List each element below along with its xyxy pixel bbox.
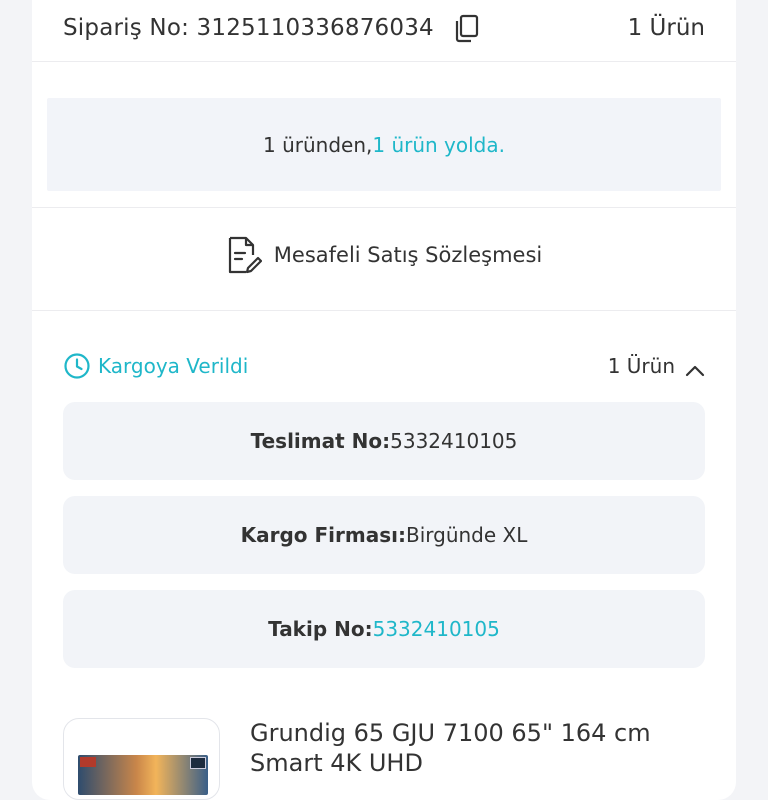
order-card: Sipariş No: 3125110336876034 1 Ürün 1 ür… bbox=[32, 0, 736, 800]
divider bbox=[32, 310, 736, 311]
delivery-number-value: 5332410105 bbox=[390, 429, 518, 453]
shipment-status: Kargoya Verildi bbox=[63, 352, 248, 380]
shipment-item-count: 1 Ürün bbox=[607, 354, 675, 378]
shipment-status-label: Kargoya Verildi bbox=[98, 354, 249, 378]
tv-image bbox=[78, 755, 208, 795]
tracking-number-label: Takip No: bbox=[268, 617, 373, 641]
shipment-collapse-toggle[interactable]: 1 Ürün bbox=[608, 354, 705, 378]
order-summary-banner: 1 üründen, 1 ürün yolda. bbox=[47, 98, 721, 191]
contract-label: Mesafeli Satış Sözleşmesi bbox=[273, 243, 543, 267]
distance-sales-contract-link[interactable]: Mesafeli Satış Sözleşmesi bbox=[32, 220, 736, 290]
shipment-header: Kargoya Verildi 1 Ürün bbox=[63, 348, 705, 384]
tracking-number-box: Takip No: 5332410105 bbox=[63, 590, 705, 668]
delivery-number-label: Teslimat No: bbox=[250, 429, 391, 453]
carrier-box: Kargo Firması: Birgünde XL bbox=[63, 496, 705, 574]
product-image[interactable] bbox=[63, 718, 220, 800]
delivery-number-box: Teslimat No: 5332410105 bbox=[63, 402, 705, 480]
clock-icon bbox=[63, 352, 91, 380]
summary-highlight: 1 ürün yolda. bbox=[372, 132, 505, 157]
order-header: Sipariş No: 3125110336876034 1 Ürün bbox=[32, 0, 736, 62]
order-number-text: Sipariş No: 3125110336876034 bbox=[63, 15, 434, 41]
product-title[interactable]: Grundig 65 GJU 7100 65" 164 cm Smart 4K … bbox=[250, 718, 700, 778]
tv-4k-badge bbox=[190, 757, 206, 769]
tv-badge bbox=[80, 757, 96, 767]
order-item-count: 1 Ürün bbox=[627, 15, 705, 41]
carrier-value: Birgünde XL bbox=[405, 523, 528, 547]
carrier-label: Kargo Firması: bbox=[240, 523, 406, 547]
order-number: Sipariş No: 3125110336876034 bbox=[63, 0, 480, 56]
tracking-number-link[interactable]: 5332410105 bbox=[373, 617, 500, 641]
summary-prefix: 1 üründen, bbox=[262, 132, 373, 157]
divider bbox=[32, 207, 736, 208]
document-edit-icon bbox=[226, 235, 262, 275]
chevron-up-icon bbox=[685, 359, 705, 377]
copy-icon[interactable] bbox=[452, 13, 480, 43]
